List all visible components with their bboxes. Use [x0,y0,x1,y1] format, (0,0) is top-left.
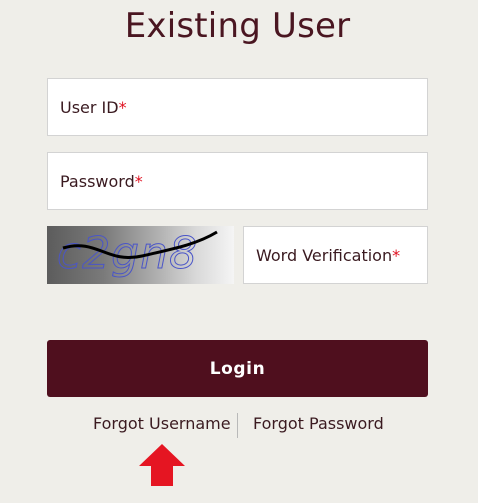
red-up-arrow-icon [139,444,185,486]
word-verification-field[interactable]: Word Verification * [243,226,428,284]
page-title: Existing User [124,6,351,46]
user-id-required-mark: * [118,97,127,117]
word-verification-label: Word Verification [256,245,393,265]
user-id-field[interactable]: User ID * [47,78,428,136]
word-verification-required-mark: * [392,245,401,265]
captcha-noise-line [62,230,218,259]
password-label: Password [60,171,135,191]
password-field[interactable]: Password * [47,152,428,210]
captcha-image: c2gn8 [47,226,234,284]
user-id-label: User ID [60,97,119,117]
password-required-mark: * [134,171,143,191]
login-button[interactable]: Login [47,340,428,397]
link-divider [237,413,238,438]
forgot-username-link[interactable]: Forgot Username [93,414,231,433]
forgot-password-link[interactable]: Forgot Password [253,414,384,433]
